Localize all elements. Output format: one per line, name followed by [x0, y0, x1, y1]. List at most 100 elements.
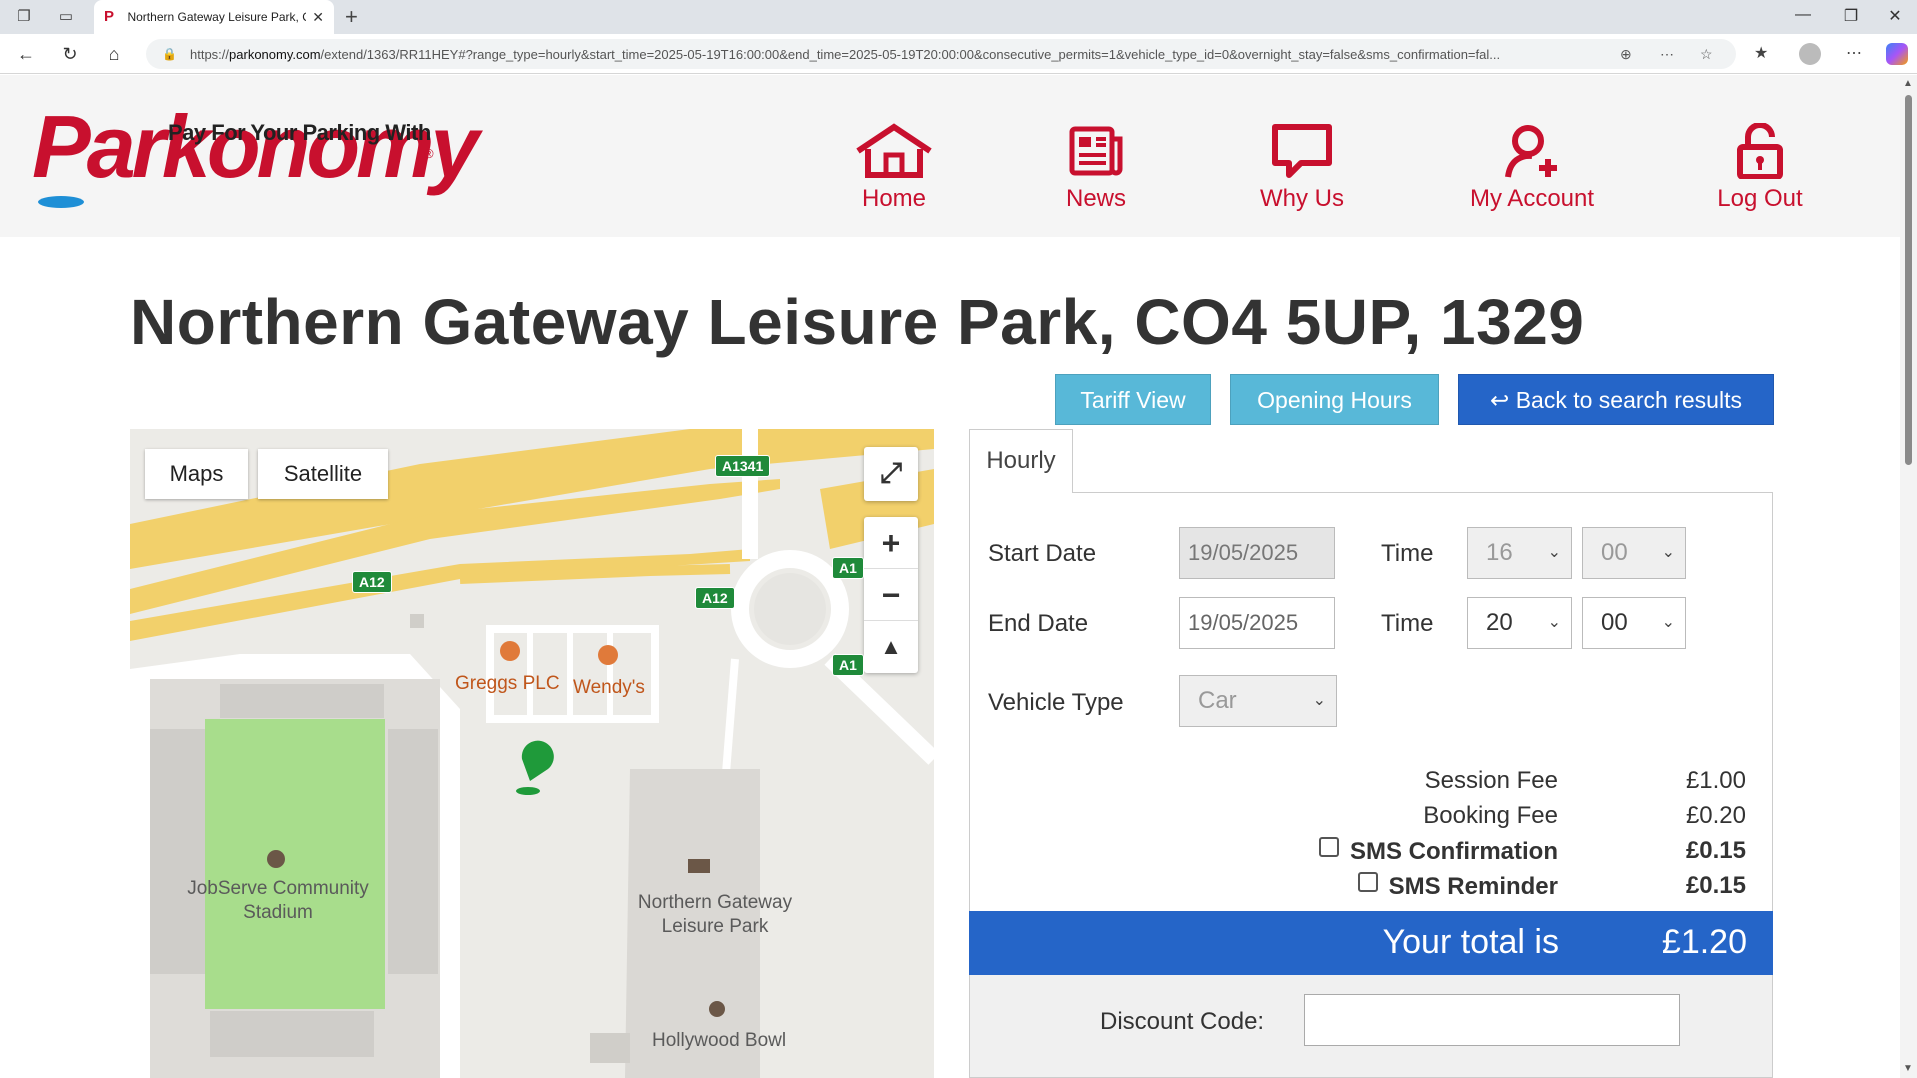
- home-icon[interactable]: ⌂: [102, 43, 126, 65]
- reply-arrow-icon: ↩: [1490, 387, 1510, 413]
- logo-brand: Parkonomy: [32, 97, 479, 196]
- lock-icon: 🔒: [162, 47, 177, 61]
- back-to-results-label: Back to search results: [1515, 387, 1742, 413]
- chevron-down-icon: ⌄: [1547, 614, 1561, 631]
- compass-icon[interactable]: ▲: [864, 621, 918, 673]
- zoom-icon[interactable]: ⊕: [1620, 46, 1632, 63]
- vehicle-type-select[interactable]: Car ⌄: [1179, 675, 1337, 727]
- start-hour-select[interactable]: 16 ⌄: [1467, 527, 1572, 579]
- road-shield-a1341: A1341: [715, 455, 771, 477]
- booking-panel: Hourly Start Date 19/05/2025 Time 16 ⌄ 0…: [969, 429, 1773, 1078]
- start-time-label: Time: [1381, 540, 1434, 567]
- sms-reminder-checkbox[interactable]: [1357, 872, 1378, 892]
- nav-home[interactable]: Home: [824, 123, 964, 213]
- zoom-in-button[interactable]: +: [864, 517, 918, 569]
- chevron-down-icon: ⌄: [1312, 692, 1326, 709]
- booking-fee-value: £0.20: [1685, 802, 1746, 829]
- start-date-label: Start Date: [988, 540, 1097, 567]
- fullscreen-icon: ⤢: [879, 457, 903, 488]
- map-label-leisure-park[interactable]: Northern Gateway Leisure Park: [610, 891, 820, 939]
- logo-tagline: Pay For Your Parking With: [168, 120, 431, 145]
- end-date-field[interactable]: 19/05/2025: [1179, 597, 1335, 649]
- sms-confirmation-value: £0.15: [1685, 837, 1746, 864]
- end-hour-select[interactable]: 20 ⌄: [1467, 597, 1572, 649]
- vehicle-type-value: Car: [1198, 687, 1237, 714]
- sms-confirmation-row: SMS Confirmation: [1319, 837, 1558, 866]
- site-header: Parkonomy Pay For Your Parking With ® Ho…: [0, 75, 1900, 237]
- new-tab-icon[interactable]: +: [345, 4, 358, 30]
- page-scrollbar[interactable]: ▲ ▼: [1900, 75, 1917, 1078]
- scrollbar-thumb[interactable]: [1905, 95, 1912, 465]
- minimize-icon[interactable]: —: [1788, 6, 1818, 24]
- discount-code-input[interactable]: [1304, 994, 1680, 1046]
- nav-news-label: News: [1065, 185, 1126, 212]
- logo-registered-mark: ®: [424, 146, 434, 161]
- map-label-wendys[interactable]: Wendy's: [573, 676, 645, 700]
- map-label-greggs[interactable]: Greggs PLC: [455, 672, 560, 696]
- map-label-stadium[interactable]: JobServe Community Stadium: [178, 877, 378, 925]
- profile-avatar[interactable]: [1799, 43, 1821, 65]
- booking-fee-label: Booking Fee: [1423, 802, 1558, 829]
- nav-home-label: Home: [861, 185, 927, 212]
- more-menu-icon[interactable]: ⋯: [1846, 43, 1862, 63]
- tariff-view-button[interactable]: Tariff View: [1055, 374, 1211, 425]
- chevron-down-icon: ⌄: [1661, 544, 1675, 561]
- nav-why-us-label: Why Us: [1260, 185, 1344, 212]
- copilot-icon[interactable]: [1886, 43, 1908, 65]
- read-aloud-icon[interactable]: ⋯: [1660, 46, 1674, 63]
- sms-reminder-label: SMS Reminder: [1388, 873, 1558, 900]
- scroll-down-icon[interactable]: ▼: [1903, 1063, 1913, 1074]
- opening-hours-button[interactable]: Opening Hours: [1230, 374, 1439, 425]
- scroll-up-icon[interactable]: ▲: [1903, 78, 1913, 89]
- back-arrow-icon[interactable]: ←: [14, 43, 38, 65]
- back-to-results-button[interactable]: ↩ Back to search results: [1458, 374, 1774, 425]
- end-date-label: End Date: [988, 610, 1089, 637]
- map-view[interactable]: Maps Satellite ⤢ + − ▲ A1341 A12 A12 A1 …: [130, 429, 934, 1078]
- favorites-icon[interactable]: ★: [1754, 43, 1768, 63]
- sms-reminder-row: SMS Reminder: [1357, 872, 1558, 901]
- start-minute-select[interactable]: 00 ⌄: [1582, 527, 1686, 579]
- road-shield-a12-west: A12: [352, 571, 392, 593]
- close-tab-icon[interactable]: ✕: [312, 9, 324, 26]
- end-time-label: Time: [1381, 610, 1434, 637]
- workspaces-icon[interactable]: ❐: [14, 7, 34, 27]
- map-type-maps-button[interactable]: Maps: [145, 449, 248, 499]
- parkonomy-favicon-icon: P: [104, 8, 115, 25]
- favorite-star-icon[interactable]: ☆: [1700, 46, 1713, 63]
- url-path: /extend/1363/RR11HEY#?range_type=hourly&…: [320, 46, 1501, 62]
- tab-actions-icon[interactable]: ▭: [56, 7, 76, 27]
- nav-news[interactable]: News: [1026, 123, 1166, 213]
- nav-my-account[interactable]: My Account: [1462, 123, 1602, 213]
- close-window-icon[interactable]: ✕: [1880, 6, 1910, 26]
- zoom-out-button[interactable]: −: [864, 569, 918, 621]
- page-title: Northern Gateway Leisure Park, CO4 5UP, …: [130, 286, 1585, 358]
- parkonomy-logo[interactable]: Parkonomy Pay For Your Parking With ®: [32, 90, 479, 220]
- road-shield-a1-south: A1: [832, 654, 864, 676]
- nav-why-us[interactable]: Why Us: [1232, 123, 1372, 213]
- nav-log-out[interactable]: Log Out: [1690, 123, 1830, 213]
- fullscreen-button[interactable]: ⤢: [864, 447, 918, 501]
- map-label-park-line1: Northern Gateway: [637, 892, 793, 913]
- discount-code-label: Discount Code:: [1100, 1008, 1265, 1035]
- end-minute-value: 00: [1601, 609, 1628, 636]
- home-icon: [856, 123, 932, 178]
- restore-icon[interactable]: ❐: [1836, 6, 1866, 26]
- page-content: Parkonomy Pay For Your Parking With ® Ho…: [0, 75, 1900, 1078]
- end-minute-select[interactable]: 00 ⌄: [1582, 597, 1686, 649]
- tab-hourly[interactable]: Hourly: [969, 429, 1073, 493]
- map-label-hollywood-bowl[interactable]: Hollywood Bowl: [652, 1029, 786, 1053]
- start-date-field[interactable]: 19/05/2025: [1179, 527, 1335, 579]
- vehicle-type-label: Vehicle Type: [988, 689, 1124, 716]
- user-add-icon: [1505, 125, 1557, 178]
- session-fee-value: £1.00: [1685, 767, 1746, 794]
- sms-reminder-value: £0.15: [1685, 872, 1746, 899]
- tab-title: Northern Gateway Leisure Park, C: [127, 10, 307, 24]
- url-field[interactable]: 🔒 https://parkonomy.com/extend/1363/RR11…: [146, 39, 1736, 69]
- road-shield-a1-north: A1: [832, 557, 864, 579]
- map-type-satellite-button[interactable]: Satellite: [258, 449, 388, 499]
- reload-icon[interactable]: ↻: [58, 43, 82, 65]
- browser-tab-active[interactable]: P Northern Gateway Leisure Park, C ✕: [94, 0, 334, 34]
- sms-confirmation-label: SMS Confirmation: [1350, 838, 1558, 865]
- sms-confirmation-checkbox[interactable]: [1319, 837, 1340, 857]
- total-value: £1.20: [1661, 923, 1747, 961]
